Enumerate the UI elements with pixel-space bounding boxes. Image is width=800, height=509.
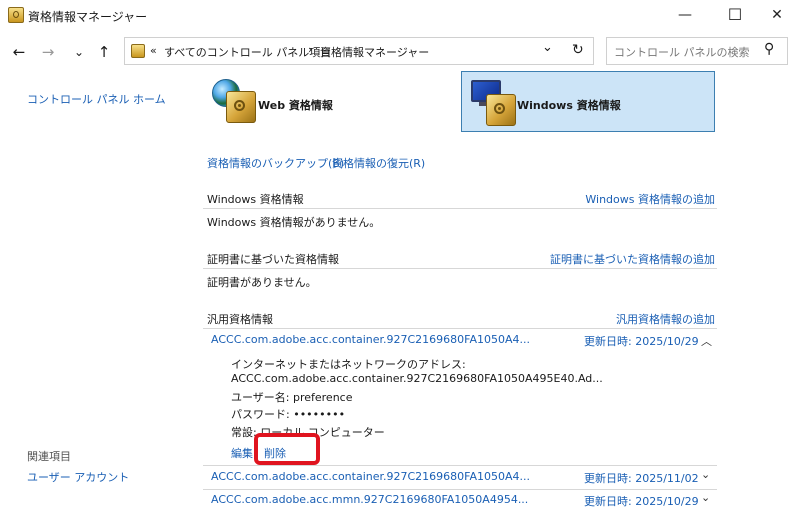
credential-manager-small-icon xyxy=(131,44,145,58)
user-accounts-link[interactable]: ユーザー アカウント xyxy=(27,469,129,485)
maximize-button[interactable]: ☐ xyxy=(712,0,758,30)
up-arrow-icon[interactable]: ↑ xyxy=(93,42,115,62)
refresh-icon[interactable]: ↻ xyxy=(572,42,584,58)
password-field: パスワード: •••••••• xyxy=(231,408,346,421)
certificate-credentials-empty: 証明書がありません。 xyxy=(207,276,317,289)
breadcrumb-separator-icon: › xyxy=(308,43,313,56)
expand-chevron-icon[interactable]: ⌄ xyxy=(701,491,710,504)
generic-credential-name[interactable]: ACCC.com.adobe.acc.container.927C2169680… xyxy=(211,470,530,483)
add-certificate-credential-link[interactable]: 証明書に基づいた資格情報の追加 xyxy=(505,251,715,267)
divider xyxy=(203,465,717,466)
edit-link[interactable]: 編集 xyxy=(231,445,253,461)
search-input[interactable]: コントロール パネルの検索 xyxy=(614,44,750,60)
vault-icon xyxy=(486,94,516,126)
windows-credentials-label: Windows 資格情報 xyxy=(517,99,621,112)
web-credentials-label: Web 資格情報 xyxy=(258,99,333,112)
divider xyxy=(203,268,717,269)
address-dropdown-icon[interactable]: ⌄ xyxy=(542,40,553,55)
highlight-annotation xyxy=(254,433,320,465)
restore-credentials-link[interactable]: 資格情報の復元(R) xyxy=(332,155,425,171)
certificate-credentials-heading: 証明書に基づいた資格情報 xyxy=(207,253,339,266)
vault-icon xyxy=(226,91,256,123)
generic-credential-name[interactable]: ACCC.com.adobe.acc.mmn.927C2169680FA1050… xyxy=(211,493,528,506)
address-value: ACCC.com.adobe.acc.container.927C2169680… xyxy=(231,372,603,385)
search-icon[interactable]: ⚲ xyxy=(764,41,774,57)
overflow-chevron-icon[interactable]: « xyxy=(150,44,157,57)
forward-arrow-icon[interactable]: → xyxy=(37,42,59,62)
breadcrumb-credential-manager[interactable]: 資格情報マネージャー xyxy=(320,44,429,60)
breadcrumb-all-items[interactable]: すべてのコントロール パネル項目 xyxy=(164,44,331,60)
divider xyxy=(203,328,717,329)
expand-chevron-icon[interactable]: ⌄ xyxy=(701,468,710,481)
add-windows-credential-link[interactable]: Windows 資格情報の追加 xyxy=(517,191,715,207)
modified-date[interactable]: 更新日時: 2025/10/29 xyxy=(584,333,699,349)
window-title: 資格情報マネージャー xyxy=(28,10,148,24)
back-arrow-icon[interactable]: ← xyxy=(8,42,30,62)
recent-locations-icon[interactable]: ⌄ xyxy=(68,42,90,62)
modified-date[interactable]: 更新日時: 2025/10/29 xyxy=(584,493,699,509)
close-button[interactable]: ✕ xyxy=(754,0,800,30)
address-label: インターネットまたはネットワークのアドレス: xyxy=(231,358,466,371)
credential-manager-icon xyxy=(8,7,24,23)
add-generic-credential-link[interactable]: 汎用資格情報の追加 xyxy=(560,311,715,327)
windows-credentials-heading: Windows 資格情報 xyxy=(207,193,304,206)
username-field: ユーザー名: preference xyxy=(231,391,353,404)
collapse-chevron-icon[interactable]: ︿ xyxy=(701,333,712,349)
related-heading: 関連項目 xyxy=(27,450,71,463)
divider xyxy=(203,489,717,490)
control-panel-home-link[interactable]: コントロール パネル ホーム xyxy=(27,91,166,107)
generic-credentials-heading: 汎用資格情報 xyxy=(207,313,273,326)
windows-credentials-empty: Windows 資格情報がありません。 xyxy=(207,216,381,229)
backup-credentials-link[interactable]: 資格情報のバックアップ(B) xyxy=(207,155,344,171)
minimize-button[interactable]: — xyxy=(662,0,708,30)
modified-date[interactable]: 更新日時: 2025/11/02 xyxy=(584,470,699,486)
generic-credential-name[interactable]: ACCC.com.adobe.acc.container.927C2169680… xyxy=(211,333,530,346)
divider xyxy=(203,208,717,209)
